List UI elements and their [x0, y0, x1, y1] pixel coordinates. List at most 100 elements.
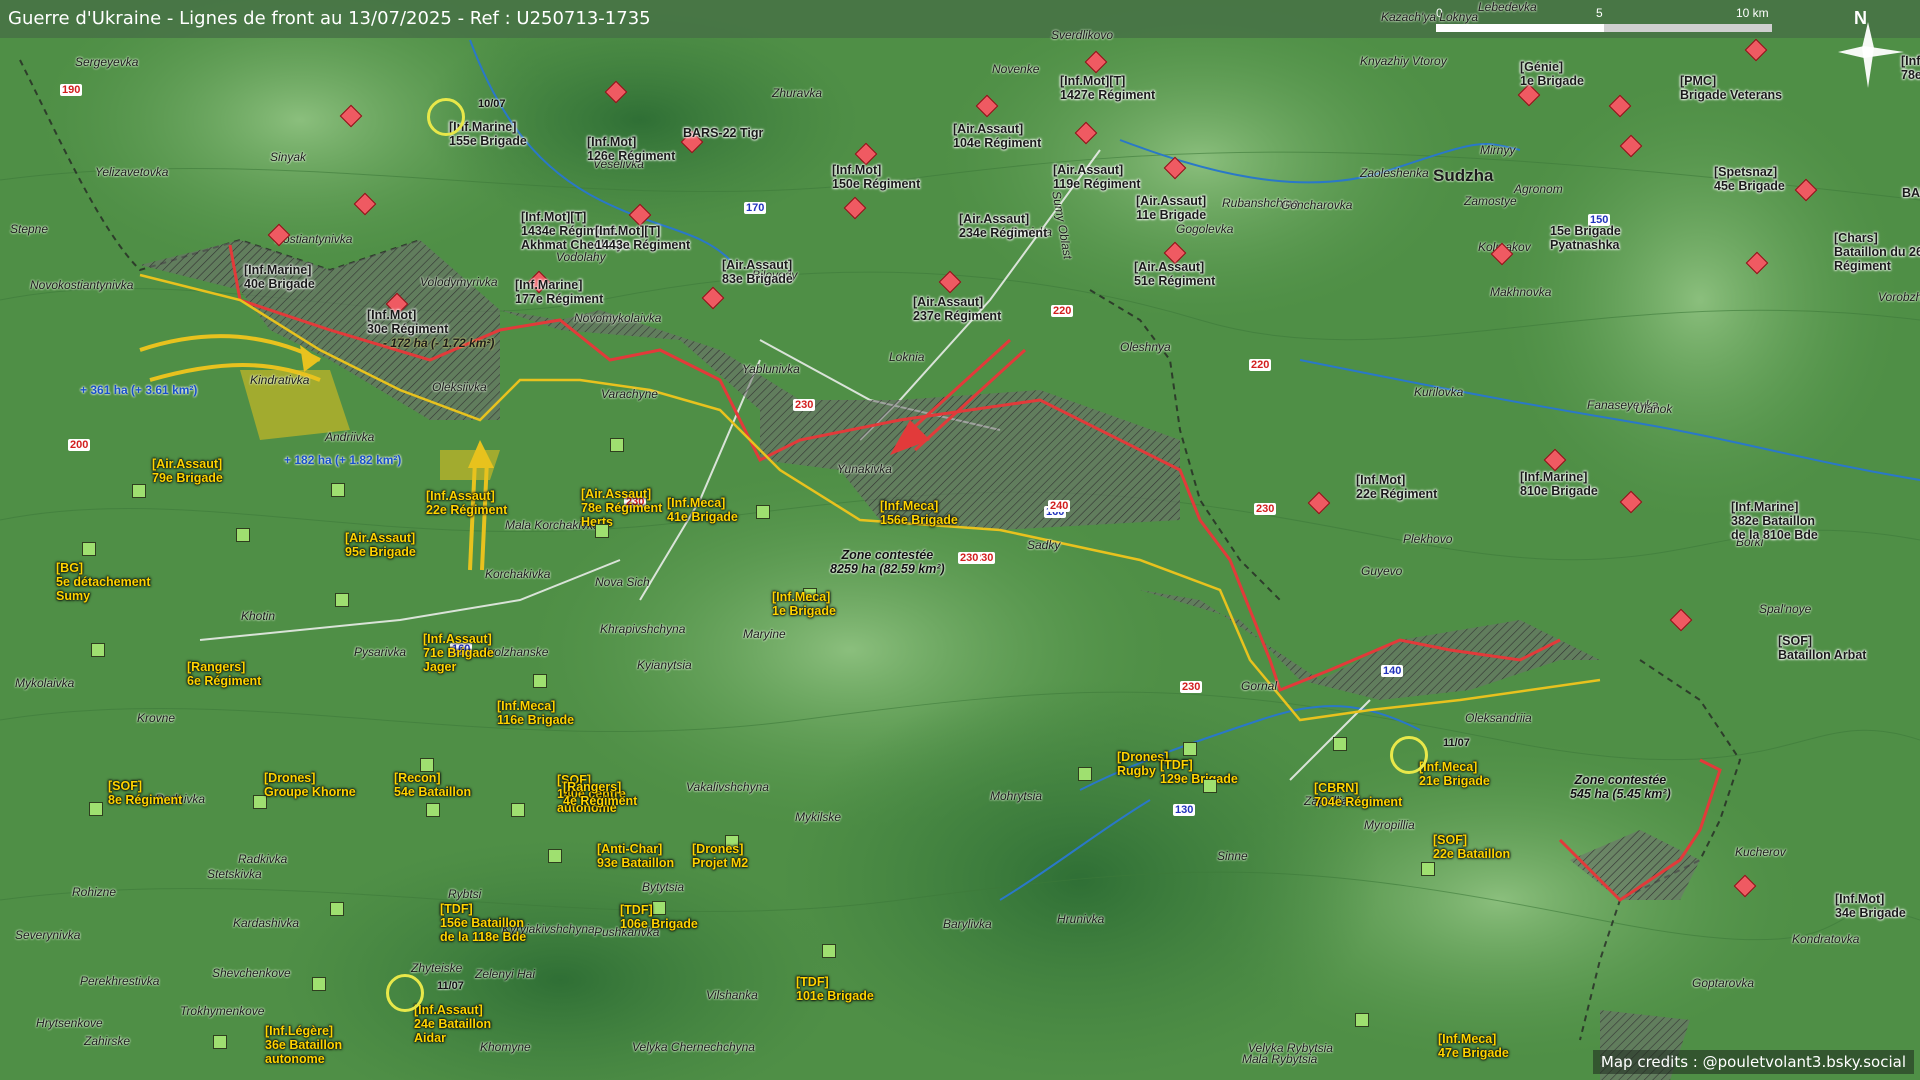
town-label: Sinyak: [270, 150, 307, 164]
russian-unit-label: [Air.Assaut] 83e Brigade: [722, 258, 793, 286]
ukrainian-unit-label: [Inf.Légère] 36e Bataillon autonome: [265, 1024, 343, 1066]
town-label: Novomykolaivka: [574, 311, 662, 325]
ukrainian-unit-icon[interactable]: [511, 803, 525, 817]
town-label: Hrunivka: [1057, 912, 1105, 926]
town-label: Vodolahy: [556, 250, 606, 264]
russian-unit-label: BARS-22 Tigr: [683, 126, 764, 140]
town-label: Khotin: [241, 609, 276, 623]
ukrainian-unit-icon[interactable]: [1078, 767, 1092, 781]
town-label: Kindrativka: [250, 373, 310, 387]
ukrainian-unit-icon[interactable]: [1355, 1013, 1369, 1027]
ukrainian-unit-label: [Rangers] 6e Régiment: [187, 660, 262, 688]
ukrainian-unit-icon[interactable]: [756, 505, 770, 519]
ukrainian-unit-icon[interactable]: [91, 643, 105, 657]
ukrainian-unit-icon[interactable]: [548, 849, 562, 863]
ukrainian-unit-icon[interactable]: [89, 802, 103, 816]
ukrainian-unit-icon[interactable]: [595, 524, 609, 538]
ukrainian-unit-icon[interactable]: [1203, 779, 1217, 793]
unit-date-tag: 11/07: [437, 980, 464, 992]
town-label: Kurilovka: [1414, 385, 1464, 399]
ukrainian-unit-label: [Air.Assaut] 95e Brigade: [345, 531, 416, 559]
russian-unit-label: [Inf.Mot] 22e Régiment: [1356, 473, 1438, 501]
town-label: Mirnyy: [1480, 143, 1516, 157]
town-label: Knyazhiy Vtoroy: [1360, 54, 1447, 68]
town-label: Stepne: [10, 222, 49, 236]
ukrainian-unit-icon[interactable]: [236, 528, 250, 542]
town-label: Novenke: [992, 62, 1040, 76]
russian-unit-label: [Inf.Marine] 40e Brigade: [244, 263, 315, 291]
unit-date-tag: 11/07: [1443, 737, 1470, 749]
russian-unit-label: [Inf.Mot] 78e Régiment Akhmat: [1901, 54, 1920, 82]
ukrainian-unit-icon[interactable]: [533, 674, 547, 688]
ukrainian-unit-icon[interactable]: [822, 944, 836, 958]
ukrainian-unit-icon[interactable]: [420, 758, 434, 772]
road-number: 190: [60, 84, 83, 96]
russian-unit-label: 15e Brigade Pyatnashka: [1550, 224, 1621, 252]
ukrainian-unit-label: [Air.Assaut] 79e Brigade: [152, 457, 223, 485]
town-label: Goncharovka: [1281, 198, 1353, 212]
town-label: Sergeyevka: [75, 55, 139, 69]
town-label: Velyka Chernechchyna: [632, 1040, 755, 1054]
ukrainian-unit-label: [CBRN] 704e Régiment: [1314, 781, 1403, 809]
town-label: Vilshanka: [706, 988, 758, 1002]
ukrainian-unit-icon[interactable]: [213, 1035, 227, 1049]
town-label: Barylivka: [943, 917, 992, 931]
road-number: 230: [1254, 503, 1277, 515]
town-label: Zhuravka: [772, 86, 823, 100]
russian-unit-label: [Air.Assaut] 119e Régiment: [1053, 163, 1141, 191]
town-label: Trokhymenkove: [180, 1004, 265, 1018]
town-label: Goptarovka: [1692, 976, 1755, 990]
russian-unit-label: [Génie] 1e Brigade: [1520, 60, 1584, 88]
russian-unit-label: [Inf.Mot] 126e Régiment: [587, 135, 676, 163]
town-label: Maryine: [743, 627, 786, 641]
ukrainian-unit-icon[interactable]: [331, 483, 345, 497]
town-label: Nova Sich: [595, 575, 650, 589]
town-label: Sudzha: [1433, 166, 1494, 185]
contested-zone-label: Zone contestée 545 ha (5.45 km²): [1570, 773, 1671, 801]
road-number: 130: [1173, 804, 1196, 816]
ukrainian-unit-icon[interactable]: [335, 593, 349, 607]
town-label: Plekhovo: [1403, 532, 1453, 546]
russian-unit-label: [Inf.Mot] 34e Brigade: [1835, 892, 1906, 920]
russian-unit-label: [Inf.Mot] 150e Régiment: [832, 163, 921, 191]
town-label: Khrapivshchyna: [600, 622, 686, 636]
ukrainian-unit-icon[interactable]: [426, 803, 440, 817]
town-label: Oleksiivka: [432, 380, 487, 394]
ukrainian-unit-icon[interactable]: [330, 902, 344, 916]
town-label: Rybtsi: [448, 887, 482, 901]
town-label: Mykolaivka: [15, 676, 75, 690]
scale-segment-grey: [1604, 24, 1772, 32]
ukrainian-unit-icon[interactable]: [1421, 862, 1435, 876]
town-label: Perekhrestivka: [80, 974, 160, 988]
ukrainian-unit-icon[interactable]: [132, 484, 146, 498]
ukrainian-unit-label: [Drones] Projet M2: [692, 842, 749, 870]
town-label: Kondratovka: [1792, 932, 1860, 946]
ukrainian-unit-icon[interactable]: [1183, 742, 1197, 756]
town-label: Kazach'ya Loknya: [1381, 10, 1479, 24]
map-title: Guerre d'Ukraine - Lignes de front au 13…: [8, 8, 651, 29]
recent-change-halo: [427, 98, 465, 136]
town-label: Mykilske: [795, 810, 842, 824]
ukrainian-unit-icon[interactable]: [610, 438, 624, 452]
town-label: Bytytsia: [642, 880, 685, 894]
russian-unit-label: [Chars] Bataillon du 26e Régiment: [1834, 231, 1920, 273]
town-label: Volodymyrivka: [420, 275, 498, 289]
map-stage[interactable]: Guerre d'Ukraine - Lignes de front au 13…: [0, 0, 1920, 1080]
ukrainian-unit-label: [Inf.Meca] 41e Brigade: [667, 496, 738, 524]
ukrainian-unit-label: [Anti-Char] 93e Bataillon: [597, 842, 675, 870]
scale-label-5: 5: [1596, 6, 1603, 20]
town-label: Oleksandriia: [1465, 711, 1532, 725]
ukrainian-unit-label: [Inf.Meca] 47e Brigade: [1438, 1032, 1509, 1060]
road-number: 200: [68, 439, 91, 451]
map-credits: Map credits : @pouletvolant3.bsky.social: [1592, 1050, 1914, 1074]
ukrainian-unit-icon[interactable]: [82, 542, 96, 556]
road-number: 230: [1180, 681, 1203, 693]
town-label: Rohizne: [72, 885, 117, 899]
town-label: Ulanok: [1635, 402, 1673, 416]
russian-unit-label: [Inf.Marine] 810e Brigade: [1520, 470, 1598, 498]
road-number: 230: [958, 552, 981, 564]
russian-unit-label: [Spetsnaz] 45e Brigade: [1714, 165, 1785, 193]
ukrainian-unit-icon[interactable]: [312, 977, 326, 991]
ukrainian-unit-icon[interactable]: [1333, 737, 1347, 751]
town-label: Shevchenkove: [212, 966, 291, 980]
